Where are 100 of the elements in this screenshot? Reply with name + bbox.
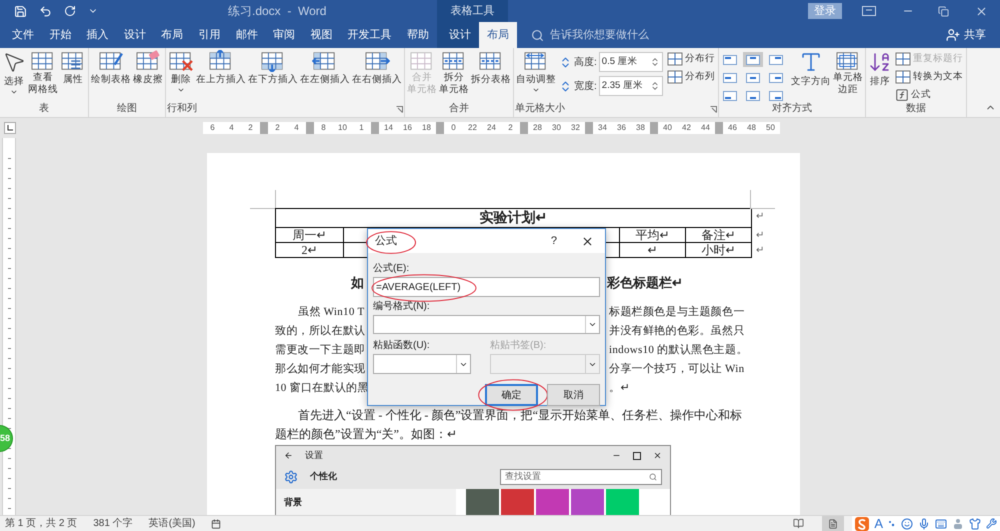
dialog-button[interactable]: 确定 bbox=[485, 384, 538, 406]
paragraph-text: indows10 的默认黑色主题。 bbox=[609, 342, 748, 358]
ribbon-button[interactable]: 查看 网格线 bbox=[27, 48, 59, 96]
align-button[interactable] bbox=[742, 52, 763, 67]
undo-icon[interactable] bbox=[39, 4, 52, 18]
ribbon-tab[interactable]: 引用 bbox=[192, 22, 226, 48]
end-mark: ↵ bbox=[752, 242, 764, 258]
ribbon-button[interactable]: 在左侧插入 bbox=[299, 48, 351, 86]
ribbon-button[interactable]: 绘制表格 bbox=[90, 48, 132, 86]
ribbon-button[interactable]: 转换为文本 bbox=[894, 70, 963, 84]
table-icon bbox=[894, 52, 911, 66]
close-icon[interactable] bbox=[581, 234, 594, 248]
function-icon bbox=[894, 88, 909, 102]
table-icon bbox=[666, 70, 683, 84]
tell-me-field[interactable]: 告诉我你想要做什么 bbox=[517, 22, 717, 48]
keyboard-icon[interactable] bbox=[935, 518, 947, 530]
group-label: 数据 bbox=[906, 103, 926, 115]
paragraph-text: 需更改一下主题即 bbox=[275, 344, 366, 356]
help-button[interactable]: ? bbox=[550, 232, 557, 250]
ribbon-button[interactable]: 拆分表格 bbox=[470, 48, 512, 86]
ribbon-tab[interactable]: 设计 bbox=[441, 22, 479, 48]
ribbon-button[interactable]: 属性 bbox=[59, 48, 87, 86]
ribbon-button[interactable]: 在下方插入 bbox=[247, 48, 299, 86]
window-title: 练习.docx - Word bbox=[227, 3, 326, 20]
status-text: 英语(美国) bbox=[148, 516, 196, 531]
shirt-icon[interactable] bbox=[969, 518, 981, 530]
ribbon-button[interactable]: 分布行 bbox=[666, 52, 715, 66]
person-icon bbox=[946, 28, 960, 42]
field-label: 高度: bbox=[574, 56, 597, 70]
ribbon-button[interactable]: 文字方向 bbox=[790, 48, 832, 88]
ribbon-button[interactable]: 在右侧插入 bbox=[351, 48, 403, 86]
wrench-icon[interactable] bbox=[986, 518, 997, 529]
ribbon-tab[interactable]: 文件 bbox=[6, 22, 40, 48]
table-cell: 平均↵ bbox=[620, 228, 686, 242]
ribbon-button[interactable]: 公式 bbox=[894, 88, 963, 102]
button-label: 边距 bbox=[838, 84, 858, 96]
tab-stop-selector[interactable] bbox=[4, 122, 16, 134]
ribbon-tab[interactable]: 帮助 bbox=[400, 22, 435, 48]
table-icon bbox=[894, 70, 911, 84]
context-tab-header: 表格工具 bbox=[437, 0, 508, 22]
group-label: 行和列 bbox=[167, 103, 197, 115]
field-label: 粘贴函数(U): bbox=[373, 340, 431, 352]
field-label: 编号格式(N): bbox=[373, 301, 431, 313]
ribbon-tab[interactable]: 布局 bbox=[155, 22, 190, 48]
spinner-icon[interactable] bbox=[650, 81, 660, 91]
ribbon-button[interactable]: 单元格 边距 bbox=[832, 48, 864, 96]
ime-logo-icon[interactable] bbox=[855, 516, 870, 530]
page-title: 个性化 bbox=[310, 470, 337, 484]
paragraph-text: 。↵ bbox=[609, 381, 630, 396]
ribbon-tab[interactable]: 开发工具 bbox=[342, 22, 398, 48]
punctuation-icon[interactable] bbox=[888, 518, 896, 528]
align-icon bbox=[746, 90, 760, 100]
caret-icon bbox=[532, 86, 540, 94]
status-text: 381 个字 bbox=[93, 516, 133, 531]
share-button[interactable]: 共享 bbox=[946, 22, 1000, 48]
ribbon-button[interactable]: 拆分 单元格 bbox=[438, 48, 470, 96]
ribbon-button[interactable]: 橡皮擦 bbox=[132, 48, 164, 86]
button-label: 网格线 bbox=[28, 84, 58, 96]
redo-icon[interactable] bbox=[64, 5, 76, 17]
page-icon bbox=[828, 518, 838, 528]
restore-icon[interactable] bbox=[938, 6, 949, 16]
ribbon-button[interactable]: 删除 bbox=[167, 48, 195, 94]
read-mode-icon[interactable] bbox=[793, 518, 804, 529]
table-cell: ↵ bbox=[620, 242, 686, 258]
dialog-launcher-icon[interactable] bbox=[710, 106, 717, 112]
formula-field[interactable]: =AVERAGE(LEFT) bbox=[373, 277, 600, 297]
dialog-button[interactable]: 取消 bbox=[547, 384, 600, 406]
group-label: 对齐方式 bbox=[772, 103, 812, 115]
ribbon-tab[interactable]: 插入 bbox=[80, 22, 115, 48]
button-label: 拆分 bbox=[444, 72, 464, 84]
print-layout-button[interactable] bbox=[822, 516, 844, 531]
ribbon-tab[interactable]: 邮件 bbox=[230, 22, 264, 48]
dialog-launcher-icon[interactable] bbox=[396, 106, 403, 112]
ribbon-button[interactable]: 在上方插入 bbox=[195, 48, 247, 86]
ribbon-tab[interactable]: 视图 bbox=[304, 22, 338, 48]
save-icon[interactable] bbox=[14, 4, 27, 18]
search-icon bbox=[531, 28, 544, 42]
paragraph-text: 标题栏颜色是与主题颜色一 bbox=[609, 304, 745, 320]
input-mode[interactable]: A bbox=[874, 516, 883, 530]
caret-icon bbox=[177, 86, 185, 94]
size-field[interactable]: 2.35 厘米 bbox=[598, 76, 663, 96]
ribbon-tab[interactable]: 审阅 bbox=[267, 22, 302, 48]
mic-icon[interactable] bbox=[918, 518, 930, 530]
ribbon-display-icon[interactable] bbox=[862, 6, 876, 16]
ribbon-button[interactable]: 自动调整 bbox=[515, 48, 557, 94]
ribbon-button[interactable]: 分布列 bbox=[666, 70, 715, 84]
ribbon-button[interactable]: 选择 bbox=[1, 48, 27, 96]
ribbon-tab[interactable]: 布局 bbox=[479, 22, 517, 48]
group-label: 绘图 bbox=[117, 103, 137, 115]
status-text: 第 1 页，共 2 页 bbox=[5, 516, 78, 531]
smile-icon[interactable] bbox=[901, 518, 913, 530]
group-label: 表 bbox=[39, 103, 49, 115]
size-field[interactable]: 0.5 厘米 bbox=[598, 52, 663, 72]
spinner-icon[interactable] bbox=[650, 57, 660, 67]
ribbon-tab[interactable]: 设计 bbox=[118, 22, 152, 48]
macro-icon[interactable] bbox=[211, 518, 222, 528]
ribbon-tab[interactable]: 开始 bbox=[43, 22, 78, 48]
search-icon bbox=[649, 473, 657, 481]
paragraph-text: 分享一个技巧，可以让 Win bbox=[609, 362, 744, 377]
ribbon-button[interactable]: 排序 bbox=[866, 48, 893, 88]
